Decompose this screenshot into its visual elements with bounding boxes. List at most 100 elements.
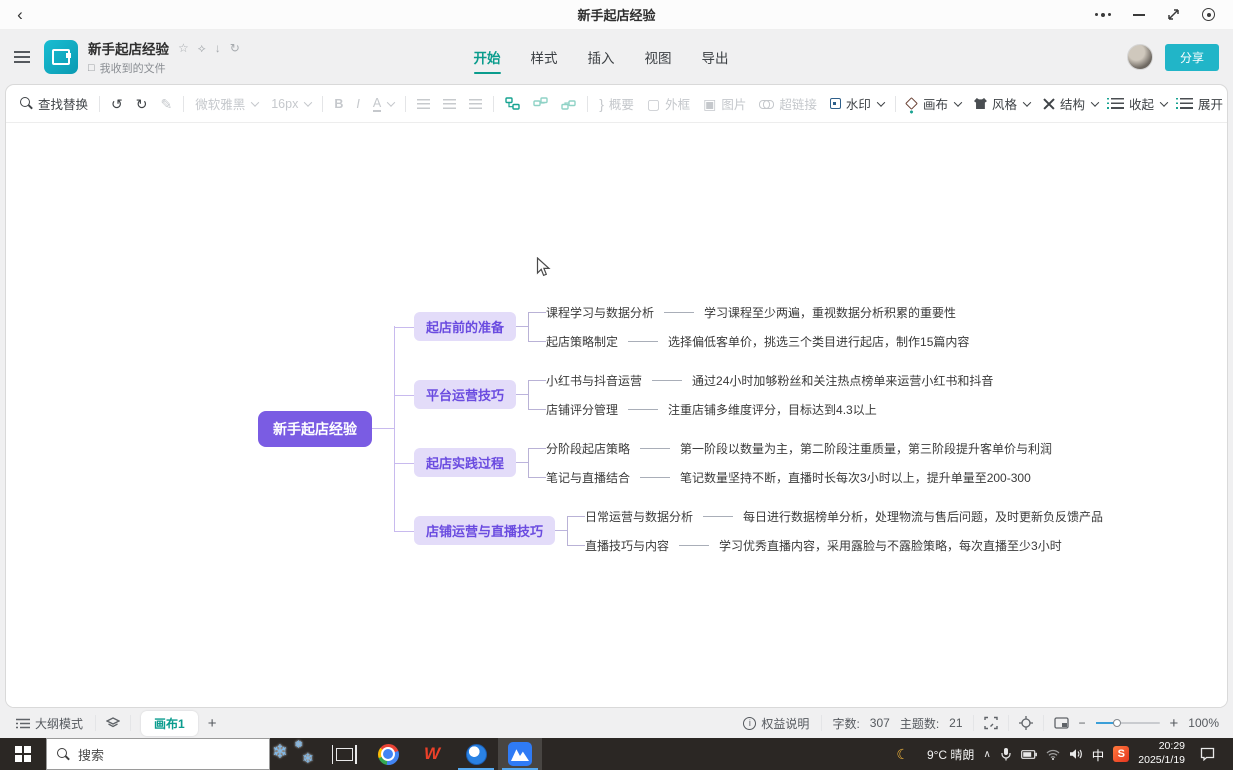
hidden-icons-button[interactable]: ∧	[983, 749, 990, 760]
taskbar-clock[interactable]: 20:29 2025/1/19	[1138, 740, 1185, 767]
speaker-icon[interactable]	[1069, 748, 1083, 760]
wifi-icon[interactable]	[1046, 749, 1060, 760]
mindmap-leaf[interactable]: 小红书与抖音运营 通过24小时加够粉丝和关注热点榜单来运营小红书和抖音	[546, 369, 993, 391]
font-family-select[interactable]: 微软雅黑	[193, 91, 260, 116]
zoom-slider-knob[interactable]	[1113, 719, 1121, 727]
font-color-button[interactable]: A	[371, 93, 396, 115]
branch-node[interactable]: 平台运营技巧	[414, 380, 516, 409]
mindmap-leaf[interactable]: 课程学习与数据分析 学习课程至少两遍，重视数据分析积累的重要性	[546, 301, 969, 323]
mindmap-leaf[interactable]: 分阶段起店策略 第一阶段以数量为主，第二阶段注重质量，第三阶段提升客单价与利润	[546, 437, 1052, 459]
chevron-down-icon	[1160, 98, 1168, 106]
align-center-button[interactable]	[441, 96, 458, 112]
more-options-icon[interactable]	[1095, 13, 1111, 17]
sogou-ime-icon[interactable]: S	[1113, 746, 1129, 762]
mindmap-leaf[interactable]: 直播技巧与内容 学习优秀直播内容，采用露脸与不露脸策略，每次直播至少3小时	[585, 534, 1103, 556]
undo-button[interactable]: ↺	[109, 94, 125, 114]
image-button[interactable]: ▣ 图片	[701, 91, 748, 116]
summary-button[interactable]: } 概要	[597, 91, 636, 116]
mindmap-leaf[interactable]: 日常运营与数据分析 每日进行数据榜单分析，处理物流与售后问题，及时更新负反馈产品	[585, 505, 1103, 527]
document-title: 新手起店经验	[88, 38, 169, 58]
browser-app-button[interactable]	[454, 738, 498, 770]
header: 新手起店经验 ☆ ⟡ ↓ ↻ □ 我收到的文件 开始 样式 插入 视图 导出 分…	[0, 30, 1233, 84]
canvas-tab-1[interactable]: 画布1	[141, 711, 198, 736]
mindmap-canvas[interactable]: 新手起店经验 起店前的准备 课程学习与数据分析 学习课程至少两遍，重视数据分析积…	[6, 123, 1227, 707]
branch-node[interactable]: 店铺运营与直播技巧	[414, 516, 555, 545]
weather-icon[interactable]: ☾	[896, 746, 909, 763]
taskbar-search-input[interactable]: 搜索	[46, 738, 270, 770]
microphone-icon[interactable]	[1000, 747, 1012, 761]
zoom-in-button[interactable]: +	[1170, 715, 1179, 732]
notification-icon	[1200, 747, 1215, 761]
task-view-button[interactable]	[322, 738, 366, 770]
mindmap-branch: 起店实践过程 分阶段起店策略 第一阶段以数量为主，第二阶段注重质量，第三阶段提升…	[414, 437, 1103, 488]
branch-node[interactable]: 起店实践过程	[414, 448, 516, 477]
back-button[interactable]: ‹	[0, 5, 40, 25]
zoom-level: 100%	[1188, 716, 1219, 730]
zoom-slider[interactable]	[1096, 722, 1160, 724]
restore-icon[interactable]	[1167, 8, 1180, 21]
minimize-icon[interactable]	[1133, 14, 1145, 16]
notification-center-button[interactable]	[1194, 747, 1225, 761]
start-button[interactable]	[0, 738, 46, 770]
align-left-button[interactable]	[415, 96, 432, 112]
tag-icon[interactable]: ⟡	[198, 42, 206, 54]
style-button[interactable]: 风格	[972, 91, 1032, 116]
italic-button[interactable]: I	[354, 94, 361, 114]
share-button[interactable]: 分享	[1165, 44, 1219, 71]
structure-button[interactable]: 结构	[1041, 91, 1100, 116]
frame-button[interactable]: ▢ 外框	[645, 91, 692, 116]
add-canvas-button[interactable]: +	[208, 715, 217, 732]
watermark-button[interactable]: 水印	[828, 91, 886, 116]
find-replace-button[interactable]: 查找替换	[18, 91, 90, 116]
expand-button[interactable]: 展开	[1178, 91, 1228, 116]
menu-icon[interactable]	[14, 51, 30, 63]
branch-node[interactable]: 起店前的准备	[414, 312, 516, 341]
wps-app-button[interactable]: W	[410, 738, 454, 770]
collapse-button[interactable]: 收起	[1109, 91, 1169, 116]
insert-parent-topic-button[interactable]	[559, 94, 578, 113]
avatar[interactable]	[1127, 44, 1153, 70]
minimap-button[interactable]	[1054, 717, 1069, 729]
mindmap-leaf[interactable]: 笔记与直播结合 笔记数量坚持不断，直播时长每次3小时以上，提升单量至200-30…	[546, 466, 1052, 488]
ribbon-tabs: 开始 样式 插入 视图 导出	[471, 41, 730, 73]
locate-center-button[interactable]	[1019, 716, 1033, 730]
bold-button[interactable]: B	[332, 94, 345, 114]
tab-style[interactable]: 样式	[528, 41, 559, 73]
insert-topic-button[interactable]	[503, 94, 522, 113]
mindmap-app-button[interactable]	[498, 738, 542, 770]
chevron-down-icon	[304, 98, 312, 106]
weather-text[interactable]: 9°C 晴朗	[927, 746, 974, 763]
insert-subtopic-button[interactable]	[531, 94, 550, 113]
font-size-select[interactable]: 16px	[269, 94, 313, 114]
outline-mode-button[interactable]: 大纲模式	[14, 712, 85, 735]
tab-export[interactable]: 导出	[699, 41, 730, 73]
word-count-label: 字数:	[832, 715, 859, 732]
favorite-icon[interactable]: ☆	[178, 42, 189, 54]
redo-button[interactable]: ↻	[134, 94, 150, 114]
close-to-tray-icon[interactable]	[1202, 8, 1215, 21]
chrome-icon	[378, 744, 399, 765]
connector-line	[640, 448, 670, 449]
connector-line	[664, 312, 694, 313]
tab-view[interactable]: 视图	[642, 41, 673, 73]
tab-insert[interactable]: 插入	[585, 41, 616, 73]
mindmap-leaf[interactable]: 店铺评分管理 注重店铺多维度评分，目标达到4.3以上	[546, 398, 993, 420]
document-location[interactable]: 我收到的文件	[100, 60, 166, 76]
mindmap-root-node[interactable]: 新手起店经验	[258, 411, 372, 447]
canvas-button[interactable]: 画布	[905, 91, 963, 116]
align-right-button[interactable]	[467, 96, 484, 112]
zoom-out-button[interactable]: −	[1079, 716, 1086, 730]
download-icon[interactable]: ↓	[215, 42, 221, 54]
info-icon: i	[743, 717, 756, 730]
tab-start[interactable]: 开始	[471, 41, 502, 73]
history-icon[interactable]: ↻	[230, 42, 240, 54]
ime-indicator[interactable]: 中	[1092, 745, 1105, 764]
battery-icon[interactable]	[1021, 750, 1037, 759]
mindmap-leaf[interactable]: 起店策略制定 选择偏低客单价，挑选三个类目进行起店，制作15篇内容	[546, 330, 969, 352]
format-painter-button[interactable]: ✎	[158, 94, 174, 114]
hyperlink-button[interactable]: 超链接	[757, 91, 819, 116]
rights-info-button[interactable]: i 权益说明	[741, 712, 811, 735]
layers-button[interactable]	[106, 717, 120, 730]
chrome-app-button[interactable]	[366, 738, 410, 770]
fit-screen-button[interactable]	[984, 716, 998, 730]
